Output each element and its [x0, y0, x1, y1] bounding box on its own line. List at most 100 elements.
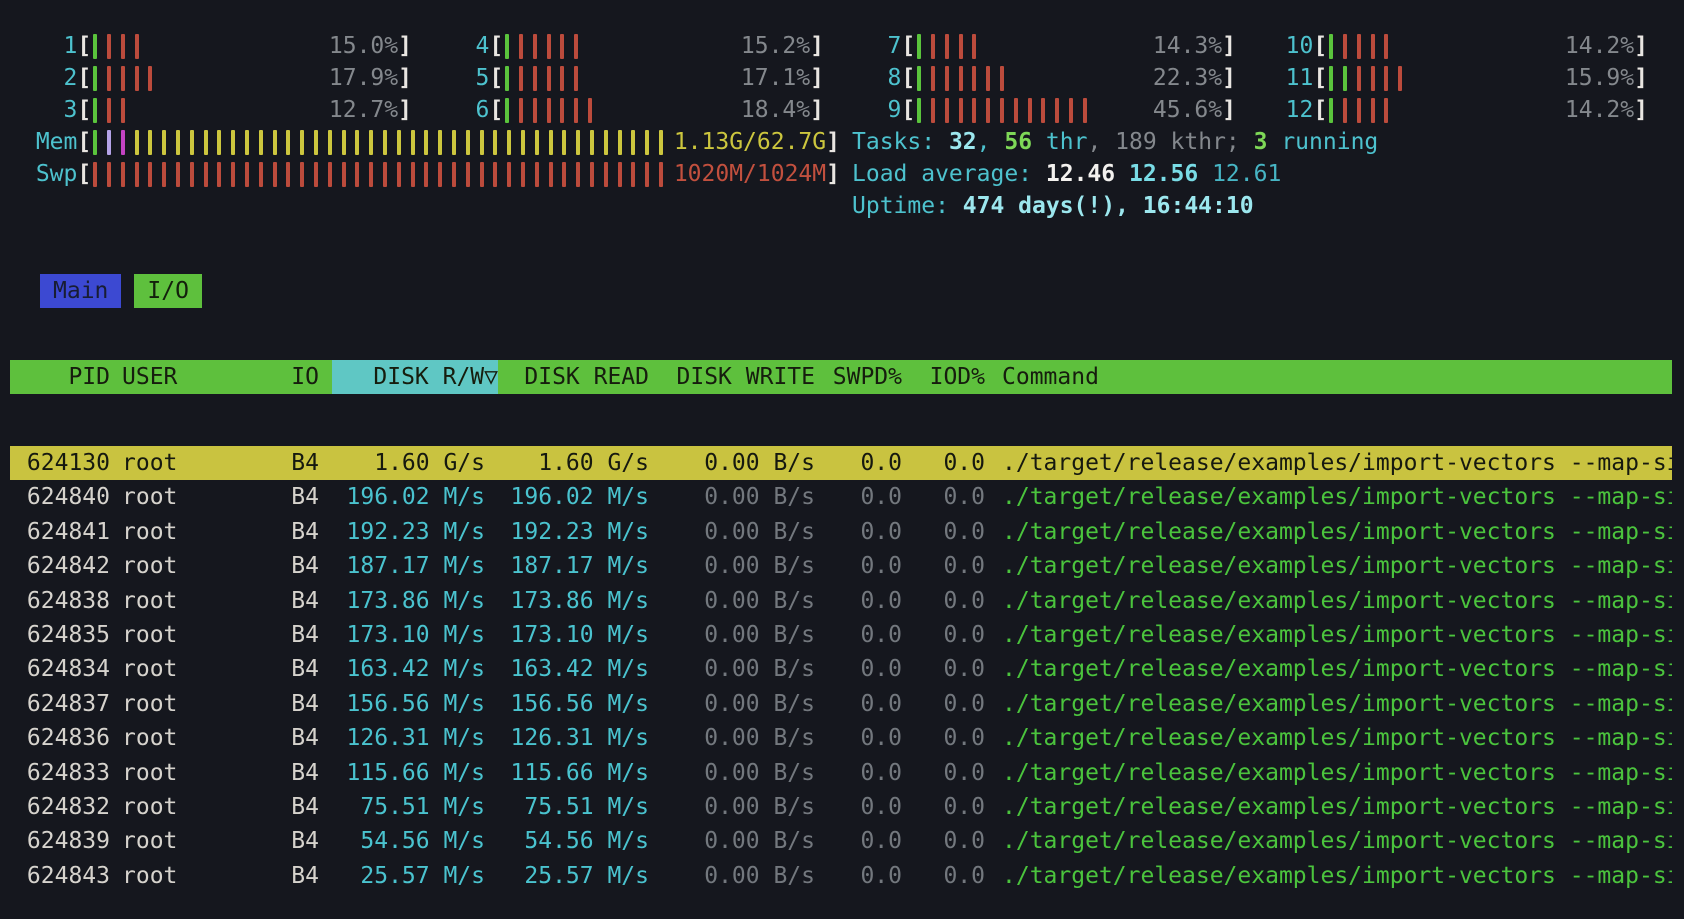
- cell-pid: 624841: [10, 515, 110, 549]
- process-row-624843[interactable]: 624843rootB425.57 M/s25.57 M/s0.00 B/s0.…: [10, 859, 1672, 893]
- cpu-5-meter-bar: [533, 66, 537, 91]
- cell-write: 0.00 B/s: [649, 790, 815, 824]
- column-header-iod[interactable]: IOD%: [902, 360, 985, 394]
- cell-user: root: [110, 549, 272, 583]
- column-header-rw[interactable]: DISK R/W▽: [332, 360, 498, 394]
- memory-meter-bar: [273, 130, 277, 155]
- column-header-pid[interactable]: PID: [10, 360, 110, 394]
- swap-meter-bar: [369, 162, 373, 187]
- cpu-5-meter-label: 5: [434, 62, 489, 94]
- cpu-12-meter-bar: [1384, 98, 1388, 123]
- process-row-624842[interactable]: 624842rootB4187.17 M/s187.17 M/s0.00 B/s…: [10, 549, 1672, 583]
- cpu-10-meter-bar: [1357, 34, 1361, 59]
- swap-meter-bar: [521, 162, 525, 187]
- column-header-io[interactable]: IO: [272, 360, 319, 394]
- cell-pid: 624833: [10, 756, 110, 790]
- cell-iod: 0.0: [902, 756, 985, 790]
- cpu-3-meter-open-bracket: [: [77, 94, 91, 126]
- swap-meter-value: 1020M/1024M: [674, 158, 826, 190]
- cpu-11-meter: 11[15.9%]: [1258, 62, 1648, 94]
- cell-rw: 75.51 M/s: [332, 790, 498, 824]
- swap-meter-bar: [204, 162, 208, 187]
- cpu-5-meter-bar: [547, 66, 551, 91]
- cpu-5-meter-bar: [560, 66, 564, 91]
- cell-pid: 624130: [10, 446, 110, 480]
- cpu-2-meter-bar: [148, 66, 152, 91]
- memory-meter-bar: [369, 130, 373, 155]
- memory-meter-value: 1.13G/62.7G: [674, 126, 826, 158]
- cell-read: 126.31 M/s: [498, 721, 649, 755]
- process-row-624834[interactable]: 624834rootB4163.42 M/s163.42 M/s0.00 B/s…: [10, 652, 1672, 686]
- swap-meter-bar: [273, 162, 277, 187]
- memory-meter-bar: [645, 130, 649, 155]
- load-5min: 12.56: [1129, 161, 1212, 187]
- cell-swpd: 0.0: [815, 824, 902, 858]
- column-header-cmd[interactable]: Command: [985, 360, 1672, 394]
- cpu-7-meter: 7[14.3%]: [846, 30, 1236, 62]
- memory-meter-bar: [286, 130, 290, 155]
- cpu-7-meter-value: 14.3%: [1153, 30, 1222, 62]
- memory-meter-bar: [521, 130, 525, 155]
- process-row-624833[interactable]: 624833rootB4115.66 M/s115.66 M/s0.00 B/s…: [10, 756, 1672, 790]
- column-header-read[interactable]: DISK READ: [498, 360, 649, 394]
- tab-io[interactable]: I/O: [134, 274, 202, 308]
- cpu-9-meter-bar: [1055, 98, 1059, 123]
- memory-meter-bar: [590, 130, 594, 155]
- load-1min: 12.46: [1046, 161, 1129, 187]
- cpu-6-meter-bar: [547, 98, 551, 123]
- process-table: PIDUSERIO DISK R/W▽DISK READDISK WRITESWP…: [0, 308, 1684, 919]
- process-row-624837[interactable]: 624837rootB4156.56 M/s156.56 M/s0.00 B/s…: [10, 687, 1672, 721]
- cpu-12-meter-label: 12: [1258, 94, 1313, 126]
- cell-read: 192.23 M/s: [498, 515, 649, 549]
- memory-meter-bar: [424, 130, 428, 155]
- tasks-separator: ,: [977, 129, 1005, 155]
- uptime-value: 474 days(!), 16:44:10: [963, 193, 1254, 219]
- cell-swpd: 0.0: [815, 480, 902, 514]
- process-row-624836[interactable]: 624836rootB4126.31 M/s126.31 M/s0.00 B/s…: [10, 721, 1672, 755]
- memory-meter-bar: [314, 130, 318, 155]
- cpu-7-meter-bar: [959, 34, 963, 59]
- cpu-10-meter-open-bracket: [: [1313, 30, 1327, 62]
- cell-cmd: ./target/release/examples/import-vectors…: [985, 721, 1672, 755]
- memory-meter-bar: [535, 130, 539, 155]
- column-header-swpd[interactable]: SWPD%: [815, 360, 902, 394]
- process-row-624841[interactable]: 624841rootB4192.23 M/s192.23 M/s0.00 B/s…: [10, 515, 1672, 549]
- swap-meter-bar: [590, 162, 594, 187]
- cell-user: root: [110, 515, 272, 549]
- process-row-624838[interactable]: 624838rootB4173.86 M/s173.86 M/s0.00 B/s…: [10, 584, 1672, 618]
- cpu-2-meter-open-bracket: [: [77, 62, 91, 94]
- cpu-10-meter-close-bracket: ]: [1634, 30, 1648, 62]
- process-row-624832[interactable]: 624832rootB475.51 M/s75.51 M/s0.00 B/s0.…: [10, 790, 1672, 824]
- process-row-624130[interactable]: 624130rootB41.60 G/s1.60 G/s0.00 B/s0.00…: [10, 446, 1672, 480]
- column-header-user[interactable]: USER: [110, 360, 272, 394]
- uptime-label: Uptime:: [852, 193, 963, 219]
- cpu-7-meter-close-bracket: ]: [1222, 30, 1236, 62]
- tab-main[interactable]: Main: [40, 274, 121, 308]
- swap-meter-bar: [148, 162, 152, 187]
- kernel-thread-count: 189 kthr: [1115, 129, 1226, 155]
- cpu-2-meter-bar: [121, 66, 125, 91]
- memory-meter-bar: [162, 130, 166, 155]
- cpu-6-meter-bar: [505, 98, 509, 123]
- cpu-8-meter-bars: [915, 62, 1153, 94]
- process-row-624840[interactable]: 624840rootB4196.02 M/s196.02 M/s0.00 B/s…: [10, 480, 1672, 514]
- memory-meter-bar: [107, 130, 111, 155]
- cell-write: 0.00 B/s: [649, 687, 815, 721]
- column-header-write[interactable]: DISK WRITE: [649, 360, 815, 394]
- cpu-12-meter: 12[14.2%]: [1258, 94, 1648, 126]
- cpu-3-meter-bar: [93, 98, 97, 123]
- cell-io: B4: [272, 859, 319, 893]
- swap-meter-bar: [645, 162, 649, 187]
- process-row-624839[interactable]: 624839rootB454.56 M/s54.56 M/s0.00 B/s0.…: [10, 824, 1672, 858]
- memory-meter-label: Mem: [22, 126, 77, 158]
- cpu-5-meter-bar: [574, 66, 578, 91]
- cpu-10-meter-bar: [1329, 34, 1333, 59]
- cell-cmd: ./target/release/examples/import-vectors…: [985, 790, 1672, 824]
- memory-meter-bar: [259, 130, 263, 155]
- cell-user: root: [110, 824, 272, 858]
- cell-swpd: 0.0: [815, 687, 902, 721]
- cell-read: 115.66 M/s: [498, 756, 649, 790]
- swap-meter: Swp[1020M/1024M]: [22, 158, 840, 190]
- process-row-624835[interactable]: 624835rootB4173.10 M/s173.10 M/s0.00 B/s…: [10, 618, 1672, 652]
- cell-pid: 624837: [10, 687, 110, 721]
